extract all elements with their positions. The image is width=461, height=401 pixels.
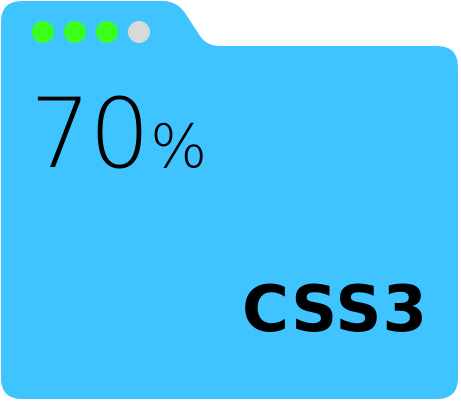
gray-dot xyxy=(128,21,150,43)
skill-card: 70 % CSS3 xyxy=(0,0,461,401)
green-dot-1 xyxy=(32,21,54,43)
percent-sign: % xyxy=(150,112,208,182)
progress-value: 70 xyxy=(30,78,150,190)
green-dot-3 xyxy=(96,21,118,43)
progress-percentage: 70 % xyxy=(30,86,207,182)
skill-label: CSS3 xyxy=(242,273,428,347)
window-controls xyxy=(32,21,150,43)
green-dot-2 xyxy=(64,21,86,43)
